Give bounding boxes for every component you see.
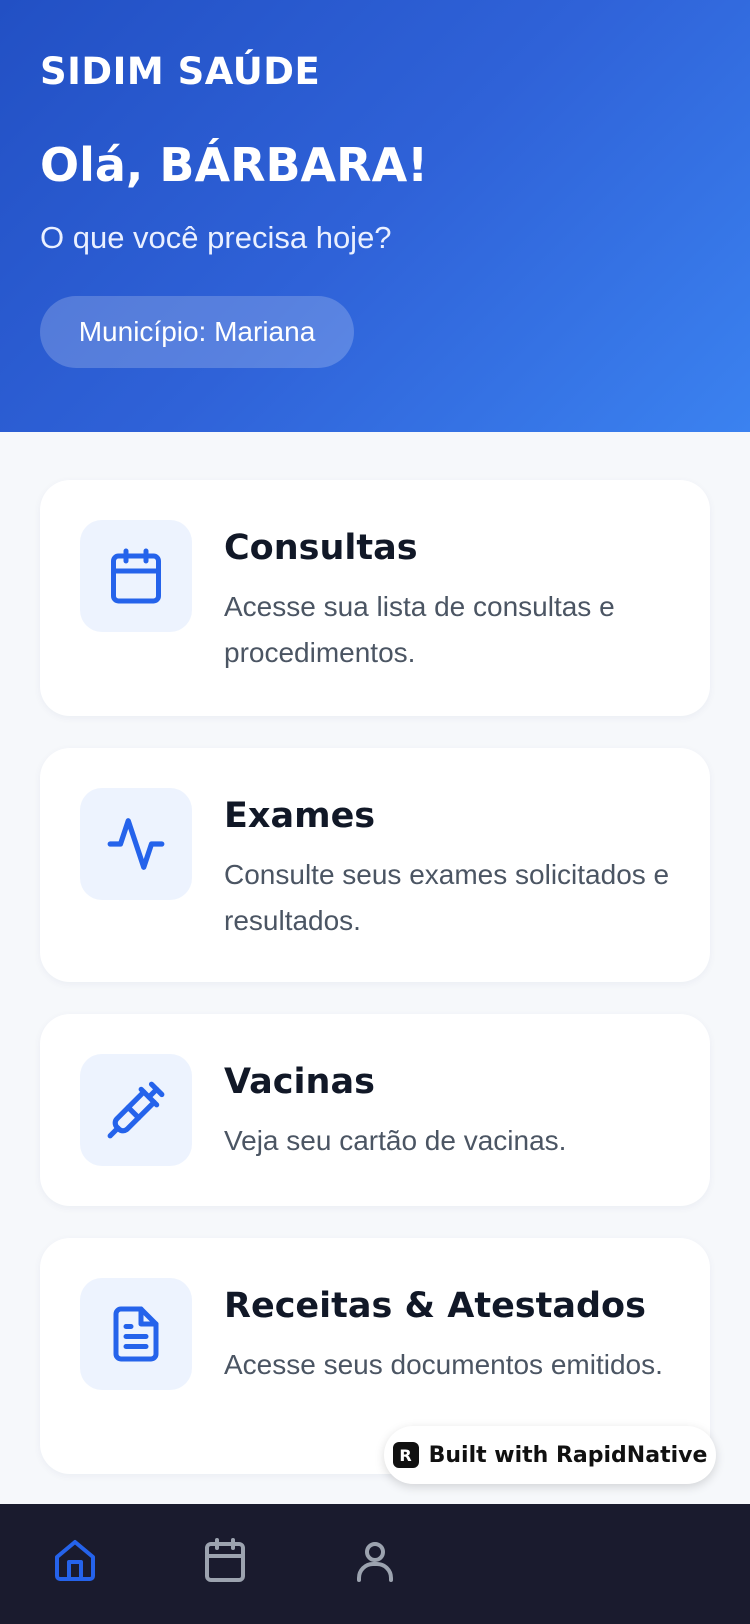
user-icon (357, 1542, 393, 1582)
municipality-pill[interactable]: Município: Mariana (40, 296, 354, 368)
card-exames[interactable]: Exames Consulte seus exames solicitados … (40, 748, 710, 982)
tab-profile[interactable] (300, 1504, 450, 1624)
tab-5[interactable] (600, 1504, 750, 1624)
card-title: Vacinas (224, 1062, 375, 1102)
syringe-icon (80, 1054, 192, 1166)
card-title: Exames (224, 796, 376, 836)
rapidnative-logo-icon: R (392, 1442, 419, 1468)
calendar-icon (205, 1538, 245, 1582)
activity-icon (80, 788, 192, 900)
greeting-subtitle: O que você precisa hoje? (40, 220, 392, 255)
card-description: Acesse sua lista de consultas e procedim… (224, 591, 615, 668)
badge-text: Built with RapidNative (428, 1442, 708, 1468)
tab-4[interactable] (450, 1504, 600, 1624)
bottom-tab-bar (0, 1504, 750, 1624)
tab-home[interactable] (0, 1504, 150, 1624)
municipality-label: Município: Mariana (78, 316, 316, 347)
home-icon (55, 1540, 95, 1581)
tab-appointments[interactable] (150, 1504, 300, 1624)
brand-name: SIDIM SAÚDE (40, 50, 321, 93)
built-with-badge[interactable]: R Built with RapidNative (384, 1426, 716, 1484)
card-description: Veja seu cartão de vacinas. (224, 1125, 567, 1156)
greeting-title: Olá, BÁRBARA! (40, 138, 429, 192)
header-banner: SIDIM SAÚDE Olá, BÁRBARA! O que você pre… (0, 0, 750, 432)
card-consultas[interactable]: Consultas Acesse sua lista de consultas … (40, 480, 710, 716)
card-title: Consultas (224, 528, 418, 568)
card-description: Consulte seus exames solicitados e resul… (224, 859, 670, 936)
card-description: Acesse seus documentos emitidos. (224, 1349, 663, 1380)
calendar-icon (80, 520, 192, 632)
document-icon (80, 1278, 192, 1390)
card-vacinas[interactable]: Vacinas Veja seu cartão de vacinas. (40, 1014, 710, 1206)
card-title: Receitas & Atestados (224, 1286, 646, 1326)
